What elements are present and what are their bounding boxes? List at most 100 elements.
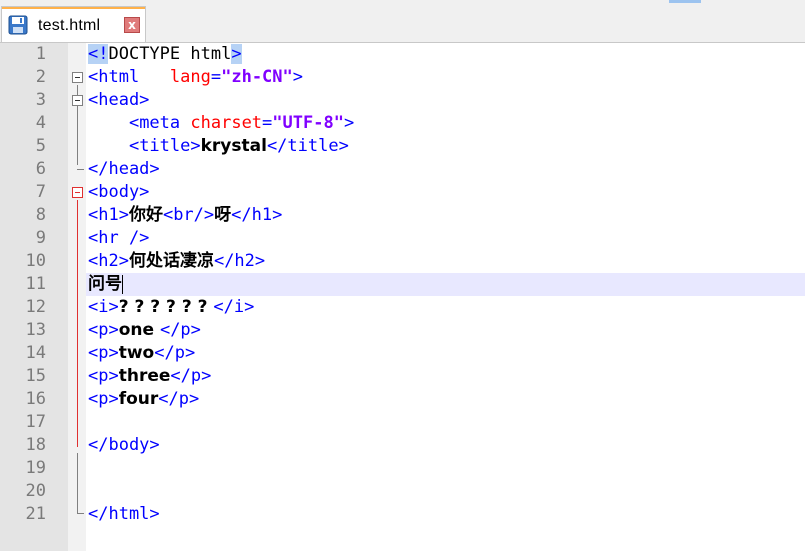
code-line: 9 <hr />: [0, 227, 805, 250]
line-text[interactable]: </body>: [86, 434, 805, 457]
p-close-tag: </p>: [158, 389, 200, 409]
line-number: 1: [35, 44, 46, 64]
h1-text: 你好: [128, 205, 163, 225]
code-line: 19: [0, 457, 805, 480]
p-text: three: [118, 366, 171, 386]
line-text[interactable]: <p>three</p>: [86, 365, 805, 388]
tab-test-html[interactable]: test.html x: [1, 6, 146, 42]
active-tab-indicator: [2, 7, 145, 9]
line-number: 18: [25, 435, 46, 455]
code-line: 8 <h1>你好<br/>呀</h1>: [0, 204, 805, 227]
code-line: 10 <h2>何处话凄凉</h2>: [0, 250, 805, 273]
italic-text: ? ? ? ? ? ?: [118, 297, 214, 317]
line-text[interactable]: <p>one </p>: [86, 319, 805, 342]
code-line: 15 <p>three</p>: [0, 365, 805, 388]
p-close-tag: </p>: [170, 366, 212, 386]
lang-value: "zh-CN": [221, 67, 293, 87]
line-text[interactable]: <p>two</p>: [86, 342, 805, 365]
p-text: four: [118, 389, 159, 409]
h2-text: 何处话凄凉: [128, 251, 214, 271]
line-text[interactable]: <head>: [86, 89, 805, 112]
tag-end: >: [343, 113, 355, 133]
code-line: 17: [0, 411, 805, 434]
line-number: 21: [25, 504, 46, 524]
p-text: one: [118, 320, 160, 340]
line-text[interactable]: [86, 480, 805, 503]
line-text[interactable]: <body>: [86, 181, 805, 204]
line-text[interactable]: <meta charset="UTF-8">: [86, 112, 805, 135]
equals: =: [262, 113, 273, 133]
hr-tag: <hr />: [88, 228, 150, 248]
body-open-tag: <body>: [88, 182, 150, 202]
line-text[interactable]: 问号: [86, 273, 805, 296]
h1-close-tag: </h1>: [231, 205, 283, 225]
line-number: 7: [35, 182, 46, 202]
plain-text: 问号: [88, 274, 122, 294]
code-line: 12 <i>? ? ? ? ? ? </i>: [0, 296, 805, 319]
line-number: 5: [35, 136, 46, 156]
doctype-name: DOCTYPE html: [108, 44, 232, 64]
title-close-tag: </title>: [266, 136, 349, 156]
code-line: 3 <head>: [0, 89, 805, 112]
line-text[interactable]: [86, 457, 805, 480]
code-editor[interactable]: 1 <!DOCTYPE html> 2 <html lang="zh-CN"> …: [0, 43, 805, 551]
line-text[interactable]: <!DOCTYPE html>: [86, 43, 805, 66]
equals: =: [210, 67, 222, 87]
code-line: 6 </head>: [0, 158, 805, 181]
line-text[interactable]: [86, 411, 805, 434]
line-number: 12: [25, 297, 46, 317]
line-number: 11: [25, 274, 46, 294]
code-line: 20: [0, 480, 805, 503]
line-number: 17: [25, 412, 46, 432]
tab-bar-accent: [669, 0, 701, 3]
doctype-open: <!: [88, 44, 109, 64]
code-line: 1 <!DOCTYPE html>: [0, 43, 805, 66]
line-text[interactable]: <html lang="zh-CN">: [86, 66, 805, 89]
line-number: 6: [35, 159, 46, 179]
h2-open-tag: <h2>: [88, 251, 129, 271]
line-number: 14: [25, 343, 46, 363]
line-number: 19: [25, 458, 46, 478]
line-text[interactable]: <i>? ? ? ? ? ? </i>: [86, 296, 805, 319]
code-line: 16 <p>four</p>: [0, 388, 805, 411]
line-number: 8: [35, 205, 46, 225]
body-close-tag: </body>: [88, 435, 160, 455]
tag-end: >: [292, 67, 304, 87]
code-line: 21 </html>: [0, 503, 805, 526]
p-close-tag: </p>: [159, 320, 201, 340]
meta-tag: <meta: [128, 113, 181, 133]
line-text[interactable]: <h2>何处话凄凉</h2>: [86, 250, 805, 273]
p-close-tag: </p>: [154, 343, 196, 363]
current-code-line: 11 问号: [0, 273, 805, 296]
title-text: krystal: [200, 136, 267, 156]
line-text[interactable]: <h1>你好<br/>呀</h1>: [86, 204, 805, 227]
line-number: 4: [35, 113, 46, 133]
i-open-tag: <i>: [88, 297, 119, 317]
i-close-tag: </i>: [213, 297, 255, 317]
head-open-tag: <head>: [88, 90, 150, 110]
line-number: 16: [25, 389, 46, 409]
h2-close-tag: </h2>: [213, 251, 266, 271]
code-line: 7 <body>: [0, 181, 805, 204]
p-open-tag: <p>: [88, 343, 119, 363]
html-close-tag: </html>: [88, 504, 160, 524]
h1-open-tag: <h1>: [88, 205, 129, 225]
tab-title: test.html: [38, 17, 101, 34]
save-disk-icon: [8, 15, 28, 35]
text-cursor: [122, 274, 123, 294]
head-close-tag: </head>: [88, 159, 160, 179]
doctype-close: >: [231, 44, 242, 64]
p-open-tag: <p>: [88, 366, 119, 386]
line-number: 20: [25, 481, 46, 501]
close-tab-icon[interactable]: x: [124, 17, 140, 33]
charset-value: "UTF-8": [272, 113, 344, 133]
line-text[interactable]: </html>: [86, 503, 805, 526]
line-text[interactable]: <hr />: [86, 227, 805, 250]
code-line: 14 <p>two</p>: [0, 342, 805, 365]
code-line: 4 <meta charset="UTF-8">: [0, 112, 805, 135]
line-text[interactable]: <title>krystal</title>: [86, 135, 805, 158]
line-text[interactable]: <p>four</p>: [86, 388, 805, 411]
line-number: 13: [25, 320, 46, 340]
line-number: 3: [35, 90, 46, 110]
line-text[interactable]: </head>: [86, 158, 805, 181]
